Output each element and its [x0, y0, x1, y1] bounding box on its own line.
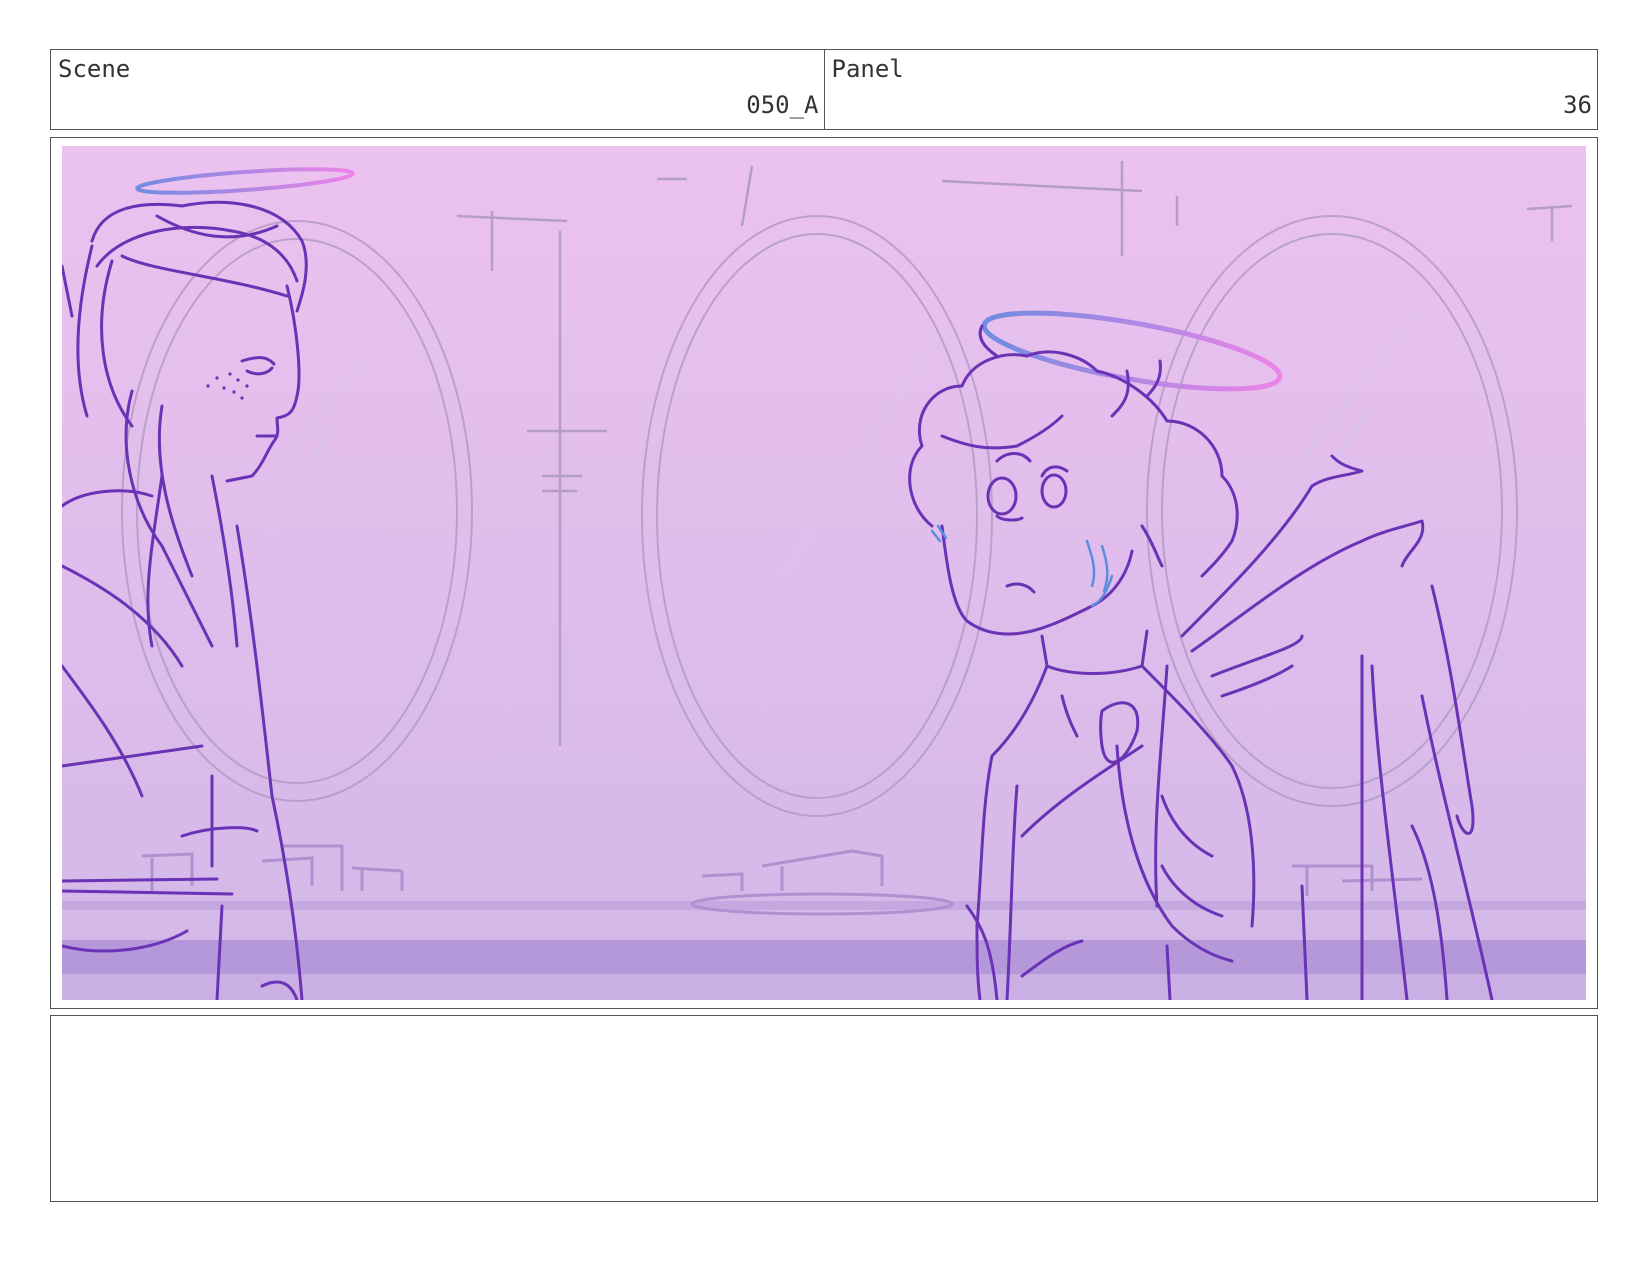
panel-number: 36 [1563, 91, 1592, 119]
panel-label: Panel [831, 55, 904, 83]
floor-band [62, 940, 1586, 974]
scene-number: 050_A [746, 91, 819, 119]
notes-box [50, 1015, 1598, 1202]
scene-cell: Scene 050_A [51, 50, 824, 129]
storyboard-header: Scene 050_A Panel 36 [50, 49, 1598, 130]
storyboard-artwork [62, 146, 1586, 1000]
storyboard-frame [50, 137, 1598, 1009]
panel-cell: Panel 36 [823, 50, 1598, 129]
sketch-illustration [62, 146, 1586, 1000]
scene-label: Scene [58, 55, 131, 83]
background-gradient [62, 146, 1586, 1000]
